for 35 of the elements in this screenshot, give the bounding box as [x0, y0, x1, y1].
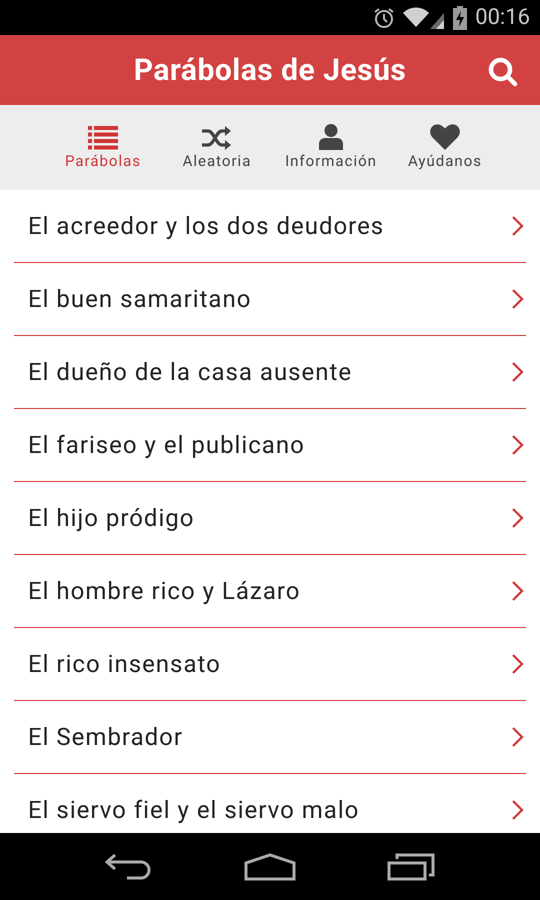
- parable-item[interactable]: El hijo pródigo: [14, 482, 526, 555]
- battery-icon: [453, 6, 468, 30]
- parable-item[interactable]: El fariseo y el publicano: [14, 409, 526, 482]
- parable-item[interactable]: El hombre rico y Lázaro: [14, 555, 526, 628]
- search-icon: [488, 57, 518, 87]
- chevron-icon: [512, 216, 524, 236]
- app-title: Parábolas de Jesús: [134, 52, 406, 90]
- user-icon: [319, 124, 343, 150]
- chevron-icon: [512, 289, 524, 309]
- shuffle-icon: [202, 126, 232, 150]
- back-icon[interactable]: [105, 852, 154, 880]
- status-time: 00:16: [475, 4, 530, 32]
- list-icon: [88, 126, 118, 150]
- home-icon[interactable]: [244, 852, 296, 880]
- nav-tab[interactable]: Aleatoria: [161, 117, 273, 169]
- chevron-icon: [512, 654, 524, 674]
- chevron-icon: [512, 581, 524, 601]
- chevron-icon: [512, 435, 524, 455]
- parable-item[interactable]: El dueño de la casa ausente: [14, 336, 526, 409]
- parable-item[interactable]: El rico insensato: [14, 628, 526, 701]
- alarm-icon: [373, 6, 396, 28]
- heart-icon: [430, 124, 460, 150]
- chevron-icon: [512, 362, 524, 382]
- parable-item[interactable]: El Sembrador: [14, 701, 526, 774]
- wifi-icon: [403, 6, 446, 28]
- chevron-icon: [512, 727, 524, 747]
- parable-item[interactable]: El acreedor y los dos deudores: [14, 190, 526, 263]
- search-button[interactable]: [486, 55, 520, 89]
- nav-tab[interactable]: Parábolas: [47, 117, 159, 169]
- nav-tab[interactable]: Información: [275, 117, 387, 169]
- chevron-icon: [512, 508, 524, 528]
- parable-item[interactable]: El buen samaritano: [14, 263, 526, 336]
- chevron-icon: [512, 800, 524, 820]
- nav-tab[interactable]: Ayúdanos: [389, 117, 501, 169]
- recent-apps-icon[interactable]: [386, 852, 435, 880]
